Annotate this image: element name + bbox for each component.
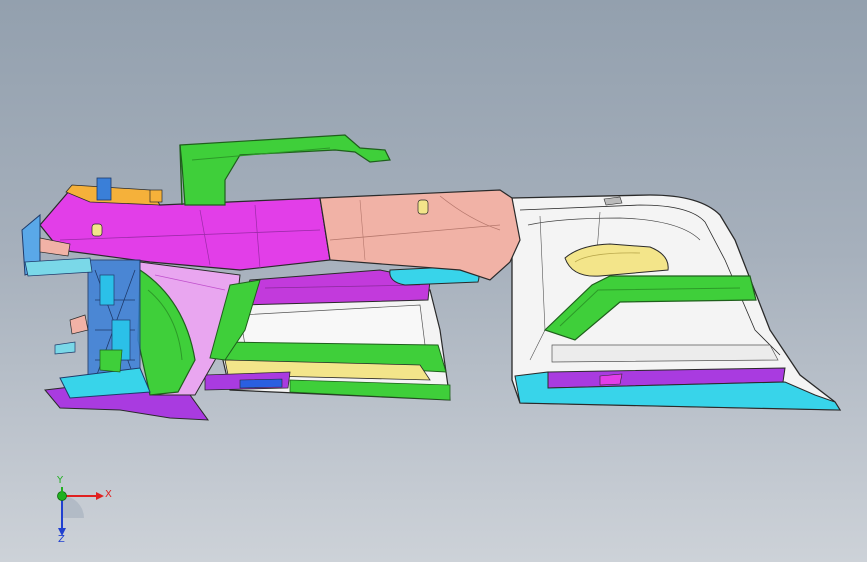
upper-green-bracket[interactable] — [179, 134, 391, 206]
x-axis-label: X — [105, 489, 112, 500]
rear-door-panel[interactable] — [511, 194, 842, 411]
door-trim-assembly-model[interactable] — [0, 0, 867, 562]
axis-triad: X Y Z — [40, 475, 120, 548]
z-axis-label: Z — [58, 534, 65, 545]
y-axis-label: Y — [57, 475, 64, 486]
cad-viewport[interactable]: X Y Z — [0, 0, 867, 562]
